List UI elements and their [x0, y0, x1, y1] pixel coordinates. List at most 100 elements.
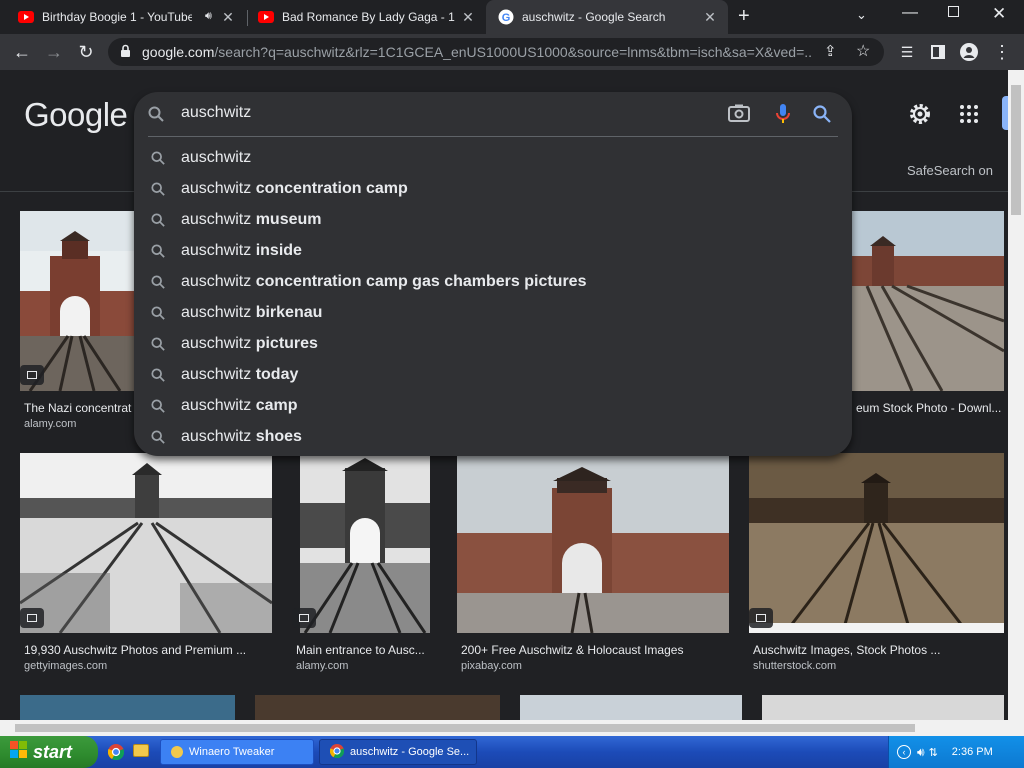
search-icon	[134, 398, 181, 413]
tab-birthday-boogie[interactable]: Birthday Boogie 1 - YouTube 🔊︎ ✕	[0, 0, 246, 34]
suggestion-item[interactable]: auschwitz concentration camp gas chamber…	[134, 266, 852, 297]
result-thumbnail[interactable]	[20, 453, 272, 633]
microphone-icon[interactable]	[776, 104, 790, 129]
reload-icon[interactable]: ↻	[72, 34, 100, 70]
chrome-quicklaunch-icon[interactable]	[107, 744, 125, 765]
volume-icon[interactable]: 🔊︎	[917, 745, 925, 760]
camera-lens-icon[interactable]	[728, 104, 750, 127]
address-bar[interactable]: google.com/search?q=auschwitz&rlz=1C1GCE…	[108, 38, 884, 66]
search-input[interactable]: auschwitz	[181, 104, 251, 122]
scrollbar-thumb[interactable]	[15, 724, 915, 732]
safesearch-label[interactable]: SafeSearch on	[907, 163, 993, 178]
result-caption[interactable]: Main entrance to Ausc...	[296, 643, 432, 657]
image-result-5[interactable]: 200+ Free Auschwitz & Holocaust Images p…	[457, 453, 729, 673]
suggestion-item[interactable]: auschwitz museum	[134, 204, 852, 235]
tab-title: Bad Romance By Lady Gaga - 1 h	[282, 10, 458, 24]
result-thumbnail[interactable]	[749, 453, 1004, 633]
restore-icon[interactable]	[948, 6, 959, 17]
result-caption[interactable]: 200+ Free Auschwitz & Holocaust Images	[461, 643, 729, 657]
menu-kebab-icon[interactable]: ⋮	[988, 34, 1016, 70]
side-panel-icon[interactable]	[924, 34, 952, 70]
search-icon	[134, 429, 181, 444]
suggestion-item[interactable]: auschwitz inside	[134, 235, 852, 266]
result-source[interactable]: shutterstock.com	[753, 660, 836, 672]
search-icon	[134, 274, 181, 289]
speaker-icon[interactable]: 🔊︎	[205, 10, 212, 23]
suggestion-text: auschwitz inside	[181, 241, 302, 259]
image-result-4[interactable]: Main entrance to Ausc... alamy.com	[292, 453, 432, 673]
result-source[interactable]: alamy.com	[24, 418, 76, 430]
suggestion-item[interactable]: auschwitz today	[134, 359, 852, 390]
result-caption[interactable]: eum Stock Photo - Downl...	[856, 401, 1004, 415]
profile-icon[interactable]	[955, 34, 983, 70]
search-icon	[134, 367, 181, 382]
horizontal-scrollbar[interactable]	[0, 720, 1024, 736]
tab-title: auschwitz - Google Search	[522, 10, 666, 24]
google-logo[interactable]: Google	[24, 96, 128, 134]
result-caption[interactable]: Auschwitz Images, Stock Photos ...	[753, 643, 1004, 657]
image-result-8[interactable]	[255, 695, 500, 720]
start-button[interactable]: start	[0, 736, 98, 768]
youtube-icon	[18, 9, 34, 25]
tab-search-icon[interactable]: ⌄	[856, 7, 867, 23]
minimize-icon[interactable]: —	[902, 4, 918, 22]
suggestion-item[interactable]: auschwitz concentration camp	[134, 173, 852, 204]
bookmark-star-icon[interactable]: ☆	[856, 41, 870, 61]
suggestion-text: auschwitz concentration camp gas chamber…	[181, 272, 587, 290]
search-icon	[134, 243, 181, 258]
new-tab-icon[interactable]: +	[738, 5, 750, 28]
settings-gear-icon[interactable]	[908, 102, 932, 131]
image-result-6[interactable]: Auschwitz Images, Stock Photos ... shutt…	[749, 453, 1004, 673]
result-source[interactable]: pixabay.com	[461, 660, 522, 672]
result-thumbnail[interactable]	[457, 453, 729, 633]
search-icon	[134, 150, 181, 165]
apps-grid-icon[interactable]	[960, 105, 978, 128]
clock[interactable]: 2:36 PM	[952, 746, 993, 758]
tray-expand-icon[interactable]: ‹	[897, 745, 911, 759]
back-icon[interactable]: ←	[8, 34, 36, 70]
suggestion-item[interactable]: auschwitz pictures	[134, 328, 852, 359]
result-thumbnail[interactable]	[20, 211, 134, 391]
lock-icon[interactable]	[120, 44, 131, 63]
suggestion-text: auschwitz pictures	[181, 334, 318, 352]
task-winaero-tweaker[interactable]: Winaero Tweaker	[160, 739, 314, 765]
suggestion-item[interactable]: auschwitz shoes	[134, 421, 852, 452]
suggestion-text: auschwitz	[181, 148, 252, 166]
result-caption[interactable]: 19,930 Auschwitz Photos and Premium ...	[24, 643, 272, 657]
suggestion-text: auschwitz concentration camp	[181, 179, 408, 197]
task-label: auschwitz - Google Se...	[350, 746, 470, 758]
search-submit-icon[interactable]	[813, 105, 831, 128]
network-icon[interactable]: ⇅	[929, 746, 938, 759]
image-result-1[interactable]: The Nazi concentrat alamy.com	[20, 211, 134, 431]
tab-bad-romance[interactable]: Bad Romance By Lady Gaga - 1 h ✕	[248, 0, 486, 34]
suggestion-text: auschwitz shoes	[181, 427, 302, 445]
result-caption[interactable]: The Nazi concentrat	[24, 401, 138, 415]
scrollbar-thumb[interactable]	[1011, 85, 1021, 215]
url-text: google.com/search?q=auschwitz&rlz=1C1GCE…	[142, 44, 812, 60]
suggestion-item[interactable]: auschwitz	[134, 142, 852, 173]
close-window-icon[interactable]: ✕	[992, 4, 1006, 24]
image-result-10[interactable]	[762, 695, 1004, 720]
suggestion-item[interactable]: auschwitz birkenau	[134, 297, 852, 328]
result-source[interactable]: gettyimages.com	[24, 660, 107, 672]
tab-google-search[interactable]: G auschwitz - Google Search ✕	[486, 0, 728, 34]
suggestion-text: auschwitz today	[181, 365, 299, 383]
tab-title: Birthday Boogie 1 - YouTube	[42, 10, 192, 24]
image-result-9[interactable]	[520, 695, 742, 720]
result-thumbnail[interactable]	[300, 453, 430, 633]
vertical-scrollbar[interactable]	[1008, 70, 1024, 720]
share-icon[interactable]: ⇪	[824, 42, 837, 60]
forward-icon[interactable]: →	[40, 34, 68, 70]
image-result-2[interactable]: eum Stock Photo - Downl...	[852, 211, 1004, 431]
result-source[interactable]: alamy.com	[296, 660, 348, 672]
task-chrome-google-search[interactable]: auschwitz - Google Se...	[319, 739, 477, 765]
image-result-3[interactable]: 19,930 Auschwitz Photos and Premium ... …	[20, 453, 272, 673]
close-tab-icon[interactable]: ✕	[220, 9, 236, 26]
folder-quicklaunch-icon[interactable]	[133, 744, 149, 757]
image-result-7[interactable]	[20, 695, 235, 720]
media-control-icon[interactable]: ☰	[893, 34, 921, 70]
close-tab-icon[interactable]: ✕	[702, 9, 718, 26]
close-tab-icon[interactable]: ✕	[460, 9, 476, 26]
suggestion-item[interactable]: auschwitz camp	[134, 390, 852, 421]
result-thumbnail[interactable]	[852, 211, 1004, 391]
